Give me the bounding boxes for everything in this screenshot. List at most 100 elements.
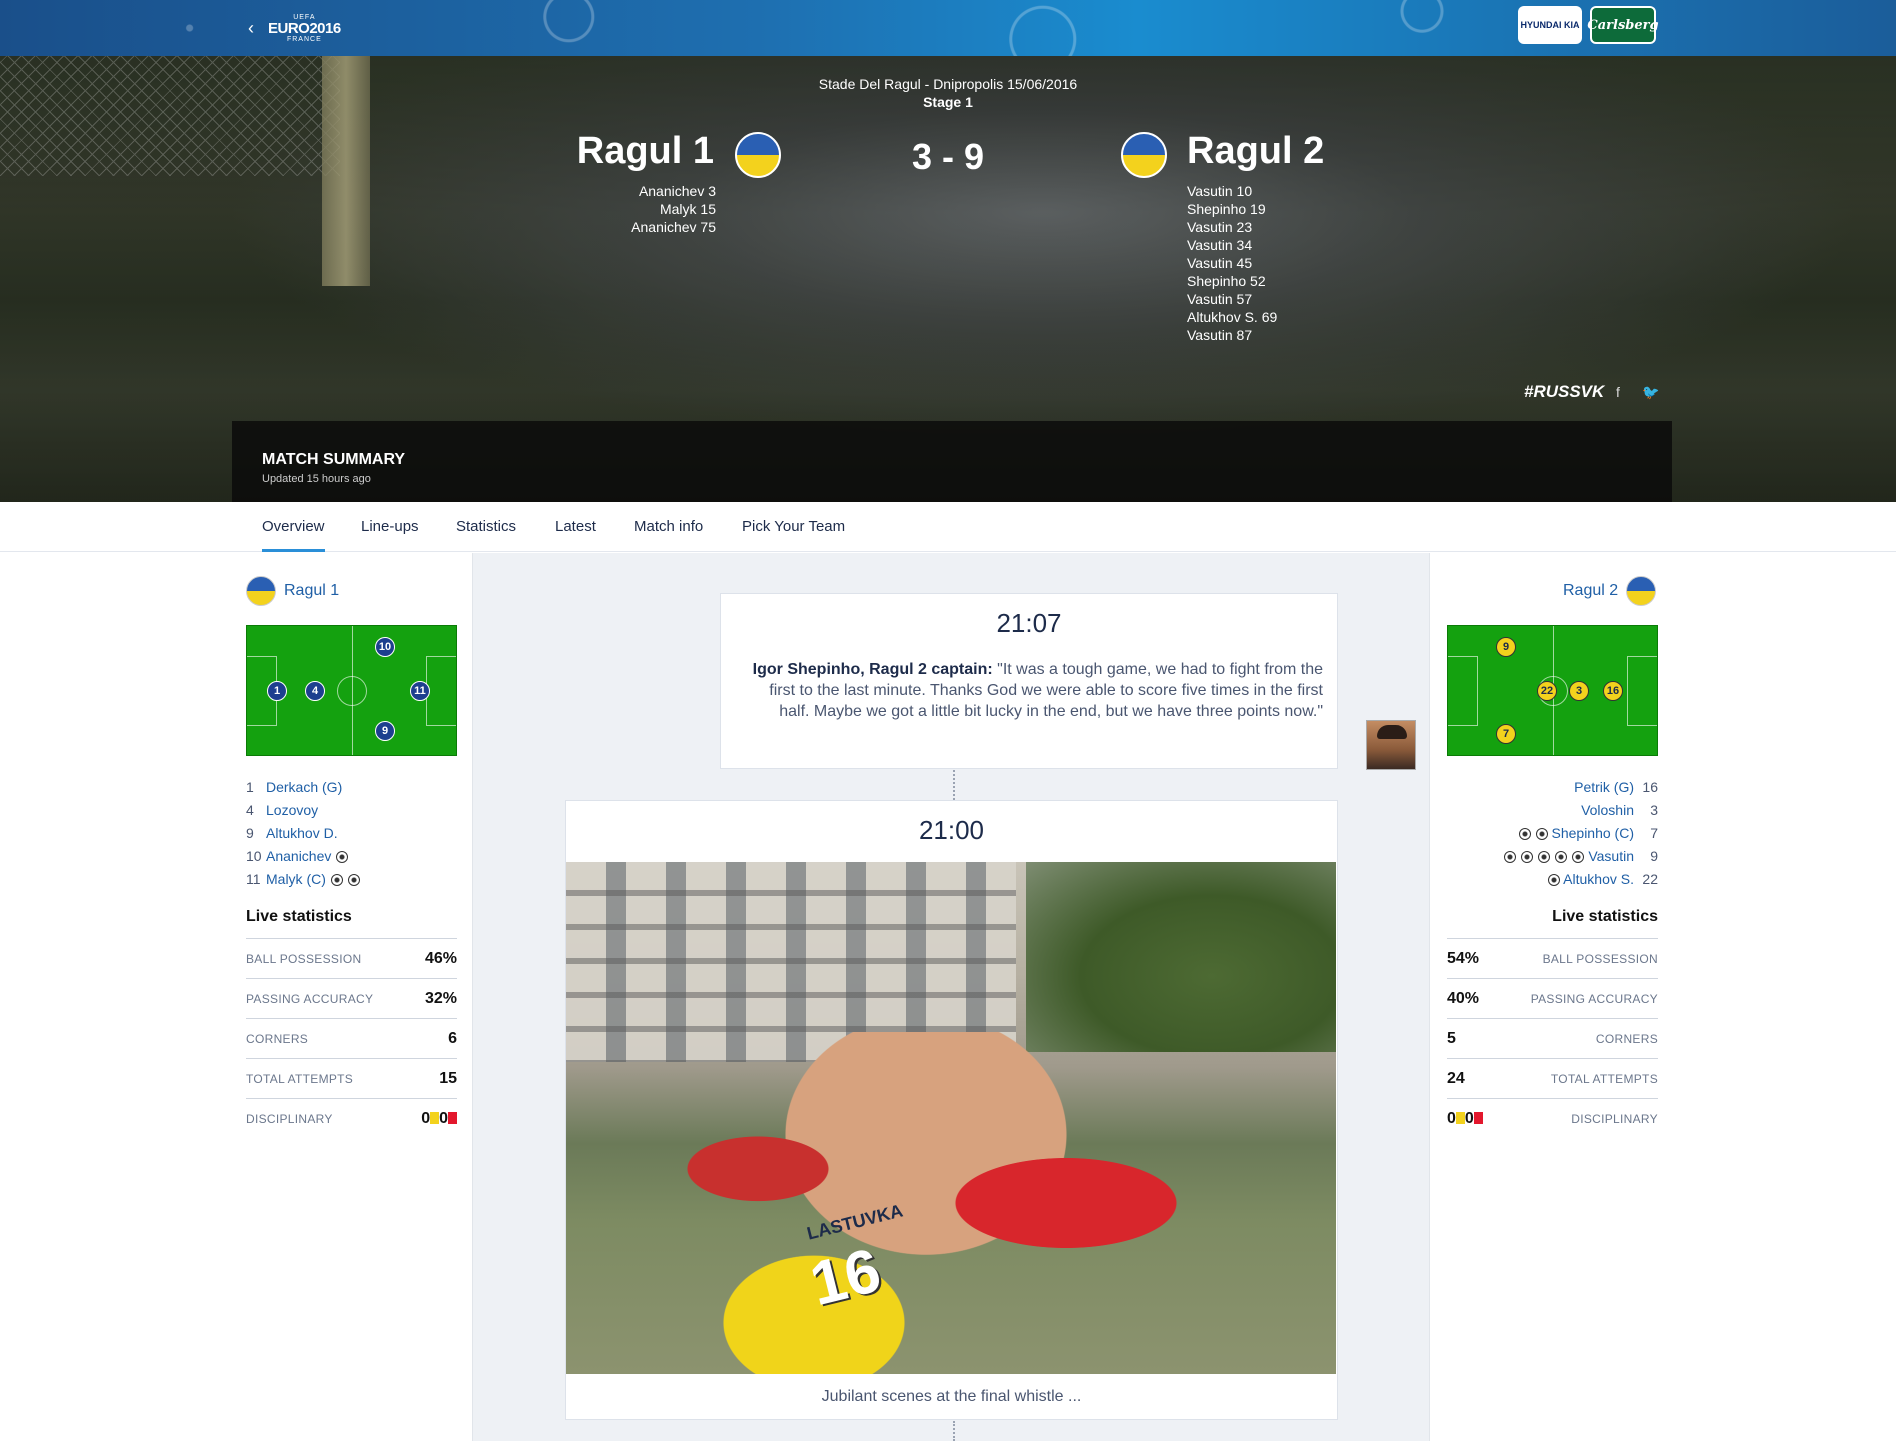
- stat-label: BALL POSSESSION: [246, 951, 362, 966]
- player-name: Malyk (C): [266, 871, 326, 887]
- stat-label: BALL POSSESSION: [1542, 951, 1658, 966]
- pitch-player[interactable]: 7: [1496, 724, 1516, 744]
- stat-label: CORNERS: [246, 1031, 309, 1046]
- logo-country-text: FRANCE: [286, 36, 322, 43]
- stat-value: 5: [1447, 1029, 1456, 1047]
- pitch-player[interactable]: 3: [1569, 681, 1589, 701]
- player-number: 9: [246, 825, 254, 841]
- goal-ball-icon: [1504, 851, 1517, 864]
- pitch-player[interactable]: 10: [375, 637, 395, 657]
- euro2016-logo[interactable]: UEFA EURO2016 FRANCE: [268, 14, 341, 43]
- goal-ball-icon: [1555, 851, 1568, 864]
- sponsor-hyundai-kia-logo[interactable]: HYUNDAI KIA: [1518, 6, 1582, 44]
- facebook-icon[interactable]: f: [1616, 384, 1620, 400]
- tab-latest[interactable]: Latest: [555, 518, 596, 549]
- away-team-flag-small: [1626, 576, 1657, 606]
- twitter-icon[interactable]: 🐦: [1642, 384, 1659, 401]
- player-number: 10: [246, 848, 262, 864]
- match-hashtag[interactable]: #RUSSVK: [1524, 382, 1604, 402]
- player-number: 11: [246, 871, 261, 887]
- tab-match-info[interactable]: Match info: [634, 518, 703, 549]
- team-celebration-photo[interactable]: LASTUVKA 16: [566, 862, 1336, 1374]
- scorer: Vasutin 10: [1187, 183, 1253, 199]
- scorer: Ananichev 3: [638, 183, 716, 199]
- tab-line-ups[interactable]: Line-ups: [361, 518, 419, 549]
- stat-label: DISCIPLINARY: [246, 1111, 333, 1126]
- lineup-row[interactable]: 4 Lozovoy: [246, 799, 360, 822]
- stat-label: PASSING ACCURACY: [246, 991, 374, 1006]
- lineup-row[interactable]: 10 Ananichev: [246, 845, 360, 868]
- back-arrow-icon[interactable]: ‹: [248, 19, 260, 37]
- scorer: Ananichev 75: [631, 219, 716, 235]
- lineup-row[interactable]: 1 Derkach (G): [246, 776, 360, 799]
- player-number: 3: [1650, 802, 1658, 818]
- top-bar: ‹ UEFA EURO2016 FRANCE HYUNDAI KIA Carls…: [0, 0, 1896, 56]
- goal-ball-icon: [1518, 828, 1531, 841]
- yellow-card-icon: [1455, 1112, 1465, 1125]
- scorer: Vasutin 87: [1187, 327, 1253, 343]
- red-card-icon: [448, 1112, 457, 1125]
- player-number: 16: [1642, 779, 1658, 795]
- timeline-time: 21:07: [996, 608, 1062, 638]
- player-number: 7: [1650, 825, 1658, 841]
- match-score: 3 - 9: [911, 136, 985, 177]
- disciplinary-cards: 00: [421, 1110, 457, 1128]
- scorer: Shepinho 19: [1187, 201, 1266, 217]
- home-team-flag-small: [246, 576, 276, 606]
- match-hero: Stade Del Ragul - Dnipropolis 15/06/2016…: [0, 56, 1896, 502]
- away-team-label: Ragul 2: [1563, 582, 1619, 599]
- away-team-header[interactable]: Ragul 2: [1563, 576, 1657, 606]
- player-name: Derkach (G): [266, 779, 343, 795]
- tab-pick-your-team[interactable]: Pick Your Team: [742, 518, 845, 549]
- tab-statistics[interactable]: Statistics: [456, 518, 516, 549]
- scorer: Vasutin 57: [1187, 291, 1253, 307]
- player-name: Altukhov S.: [1563, 871, 1634, 887]
- scorer: Malyk 15: [659, 201, 716, 217]
- yellow-card-icon: [430, 1112, 440, 1125]
- pitch-player[interactable]: 22: [1537, 681, 1557, 701]
- lineup-row[interactable]: Petrik (G) 16: [1447, 776, 1658, 799]
- lineup-row[interactable]: Vasutin 9: [1447, 845, 1658, 868]
- goal-ball-icon: [1538, 851, 1551, 864]
- pitch-player[interactable]: 4: [305, 681, 325, 701]
- sponsor-carlsberg-logo[interactable]: Carlsberg: [1587, 6, 1659, 44]
- goal-ball-icon: [1521, 851, 1534, 864]
- home-team-header[interactable]: Ragul 1: [246, 576, 339, 606]
- lineup-row[interactable]: Altukhov S. 22: [1447, 868, 1658, 891]
- away-team-name[interactable]: Ragul 2: [1187, 130, 1324, 173]
- timeline-time: 21:00: [918, 815, 985, 845]
- pitch-player[interactable]: 16: [1603, 681, 1623, 701]
- home-live-statistics-title: Live statistics: [246, 908, 352, 925]
- lineup-row[interactable]: 9 Altukhov D.: [246, 822, 360, 845]
- lineup-row[interactable]: 11 Malyk (C): [246, 868, 360, 891]
- stat-row: PASSING ACCURACY 32%: [246, 978, 457, 1018]
- scorer: Vasutin 23: [1187, 219, 1253, 235]
- stat-label: TOTAL ATTEMPTS: [246, 1071, 354, 1086]
- quote-author: Igor Shepinho, Ragul 2 captain:: [752, 661, 993, 678]
- timeline-connector: [953, 770, 955, 800]
- goal-ball-icon: [1548, 874, 1561, 887]
- stat-row: DISCIPLINARY 0 0: [246, 1098, 457, 1138]
- stat-row: 5 CORNERS: [1447, 1018, 1658, 1058]
- pitch-player[interactable]: 11: [410, 681, 430, 701]
- stat-row: TOTAL ATTEMPTS 15: [246, 1058, 457, 1098]
- lineup-row[interactable]: Shepinho (C) 7: [1447, 822, 1658, 845]
- pitch-player[interactable]: 1: [267, 681, 287, 701]
- stat-value: 46%: [424, 949, 457, 967]
- away-formation-pitch: 9 22 3 16 7: [1447, 625, 1658, 756]
- timeline-quote-card: 21:07 Igor Shepinho, Ragul 2 captain: "I…: [720, 593, 1338, 769]
- captain-avatar[interactable]: [1366, 720, 1416, 770]
- away-live-stats: 54% BALL POSSESSION 40% PASSING ACCURACY 5…: [1447, 938, 1658, 1138]
- away-team-flag: [1121, 132, 1167, 178]
- tab-overview[interactable]: Overview: [262, 518, 325, 552]
- match-stage: Stage 1: [923, 94, 973, 110]
- match-summary-bar: MATCH SUMMARY Updated 15 hours ago: [232, 421, 1672, 502]
- pitch-player[interactable]: 9: [1496, 637, 1516, 657]
- stat-row: 40% PASSING ACCURACY: [1447, 978, 1658, 1018]
- pitch-player[interactable]: 9: [375, 721, 395, 741]
- away-live-statistics-title: Live statistics: [1552, 908, 1658, 925]
- lineup-row[interactable]: Voloshin 3: [1447, 799, 1658, 822]
- goal-ball-icon: [336, 851, 349, 864]
- disciplinary-cards: 00: [1447, 1110, 1483, 1128]
- home-lineup: 1 Derkach (G) 4 Lozovoy 9 Altukhov D. 10 Ana…: [246, 776, 360, 891]
